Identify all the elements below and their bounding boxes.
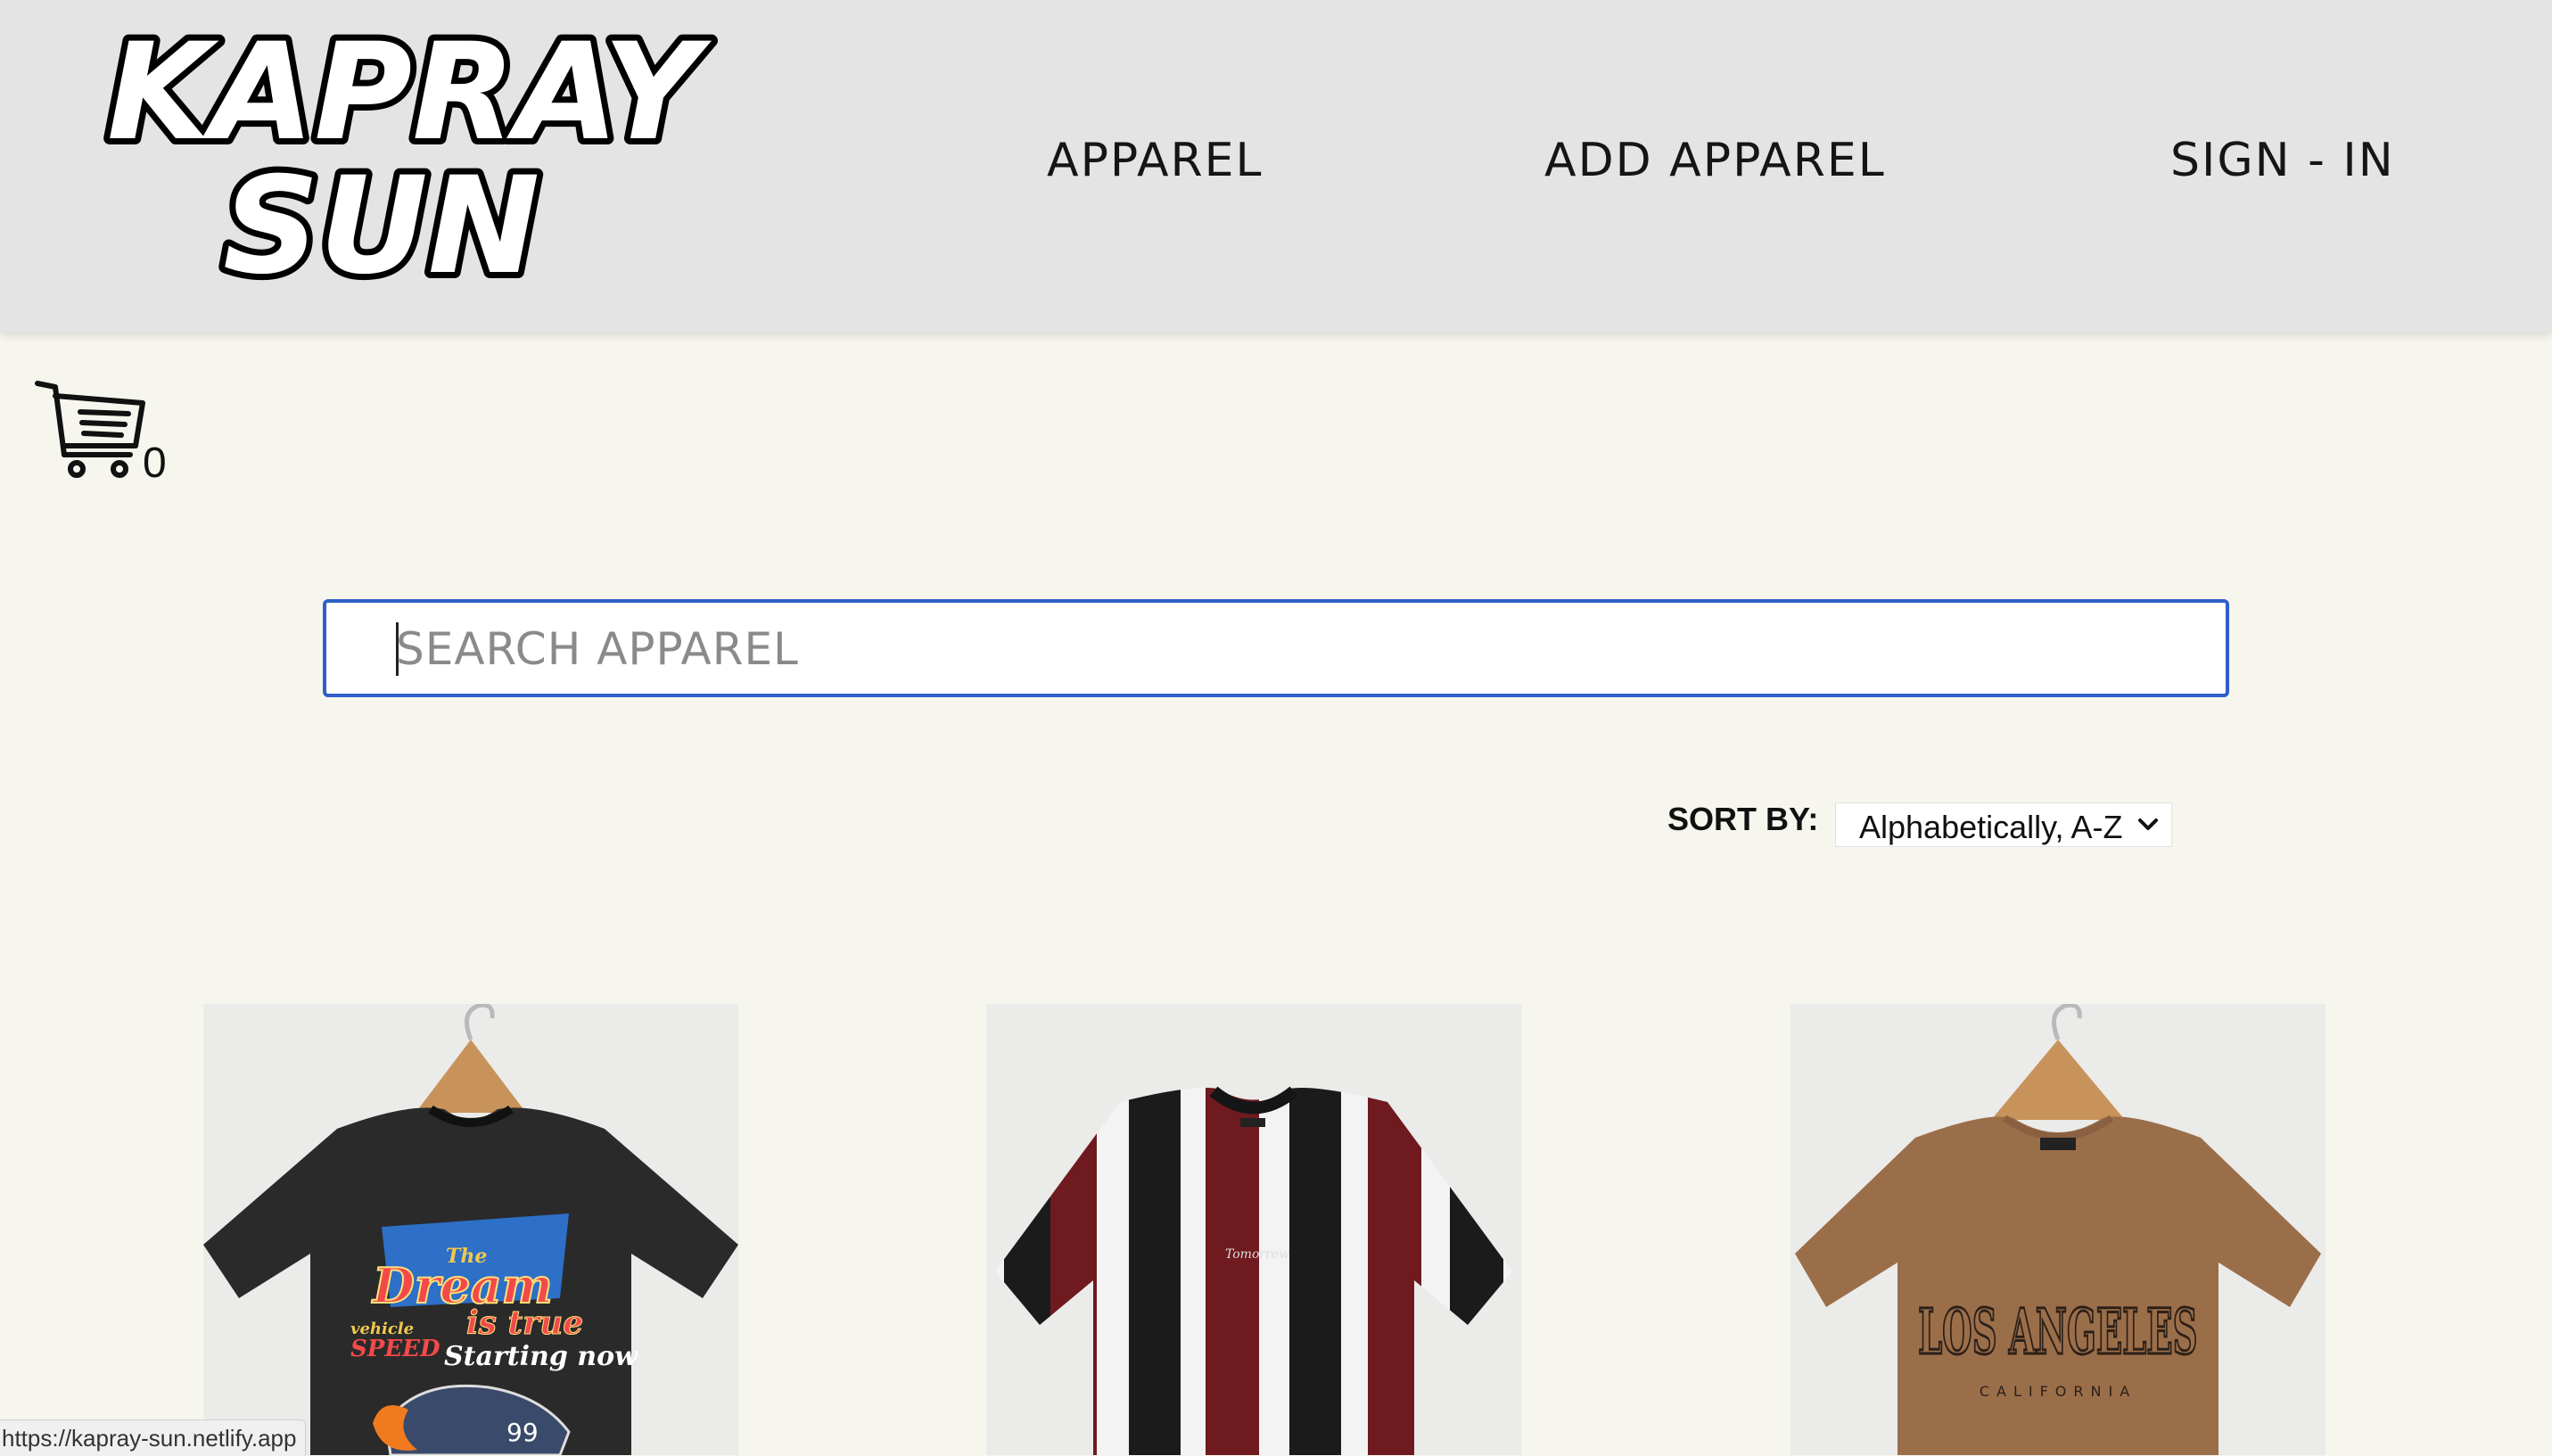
logo-line-1: KAPRAY: [107, 18, 712, 170]
search-input[interactable]: [394, 603, 2181, 695]
print-starting-now: Starting now: [444, 1341, 638, 1372]
print-los-angeles: LOS ANGELES: [1918, 1296, 2197, 1370]
product-image-striped-tee: Tomorrow: [986, 1004, 1521, 1455]
sort-label: SORT BY:: [1667, 801, 1819, 837]
product-card-1[interactable]: The Dream is true Starting now vehicle S…: [203, 1004, 738, 1455]
chest-text: Tomorrow: [1225, 1247, 1289, 1262]
chevron-down-icon: [2138, 818, 2158, 830]
sort-selected-value: Alphabetically, A-Z: [1859, 809, 2123, 845]
sort-select[interactable]: Alphabetically, A-Z: [1835, 802, 2172, 847]
kapray-sun-logo[interactable]: KAPRAY SUN: [98, 18, 758, 294]
cart-count: 0: [143, 440, 167, 487]
status-bar-url: https://kapray-sun.netlify.app: [0, 1419, 307, 1456]
logo-graphic: KAPRAY SUN: [101, 18, 719, 294]
nav-apparel[interactable]: APPAREL: [1047, 125, 1264, 196]
print-california: CALIFORNIA: [1980, 1383, 2136, 1400]
product-card-3[interactable]: LOS ANGELES CALIFORNIA: [1791, 1004, 2326, 1455]
nav-sign-in[interactable]: SIGN - IN: [2170, 125, 2395, 196]
product-image-black-graphic-tee: The Dream is true Starting now vehicle S…: [203, 1004, 738, 1455]
car-number: 99: [506, 1418, 539, 1447]
logo-line-2: SUN: [223, 149, 539, 294]
cart-icon: [35, 381, 145, 478]
search-box[interactable]: [323, 599, 2229, 697]
nav-add-apparel[interactable]: ADD APPAREL: [1544, 125, 1886, 196]
product-card-2[interactable]: Tomorrow: [986, 1004, 1521, 1455]
cart-button[interactable]: 0: [34, 376, 177, 487]
print-speed: SPEED: [350, 1336, 440, 1362]
product-image-brown-los-angeles-tee: LOS ANGELES CALIFORNIA: [1791, 1004, 2326, 1455]
site-header: KAPRAY SUN APPAREL ADD APPAREL SIGN - IN: [0, 0, 2552, 332]
print-is-true: is true: [466, 1304, 583, 1342]
